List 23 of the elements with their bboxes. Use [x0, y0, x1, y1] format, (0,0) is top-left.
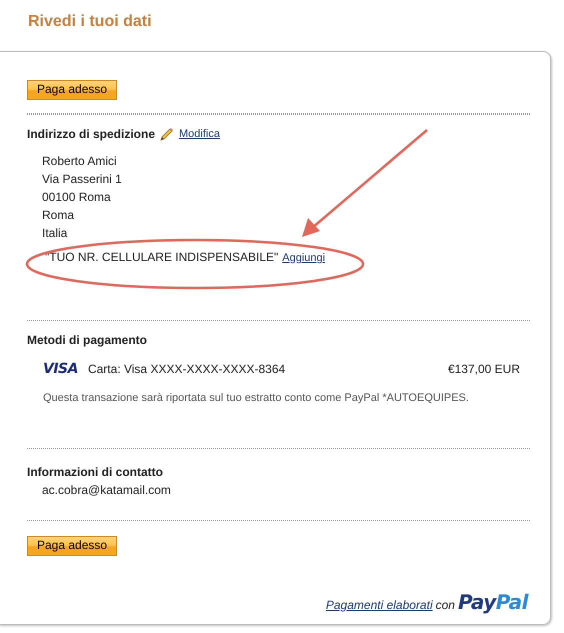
card-details: Carta: Visa XXXX-XXXX-XXXX-8364 [88, 362, 286, 376]
email-address: ac.cobra@katamail.com [42, 483, 171, 497]
pencil-icon [160, 127, 174, 141]
address-line: Via Passerini 1 [42, 171, 123, 188]
address-line: Roberto Amici [42, 153, 118, 170]
pay-button[interactable]: Paga adesso [27, 80, 118, 100]
section-heading: Informazioni di contatto [27, 465, 163, 479]
paypal-logo: PayPal [458, 590, 528, 614]
address-line: 00100 Roma [42, 189, 112, 206]
processed-link[interactable]: Pagamenti elaborati [326, 598, 433, 612]
pay-button[interactable]: Paga adesso [27, 536, 118, 556]
page-title: Rivedi i tuoi dati [28, 13, 152, 31]
address-line: Italia [42, 225, 68, 242]
section-heading: Indirizzo di spedizione [27, 127, 156, 141]
phone-notice: "TUO NR. CELLULARE INDISPENSABILE" [45, 249, 278, 266]
add-link[interactable]: Aggiungi [282, 249, 326, 267]
footer-text: con [436, 598, 455, 612]
edit-link[interactable]: Modifica [179, 128, 220, 140]
section-heading: Metodi di pagamento [27, 333, 147, 347]
visa-logo: VISA [43, 361, 78, 377]
statement-note: Questa transazione sarà riportata sul tuo estratto conto come PayPal *AUTOEQUIPES. [43, 392, 469, 404]
address-line: Roma [42, 207, 76, 224]
payment-amount: €137,00 EUR [448, 362, 520, 376]
